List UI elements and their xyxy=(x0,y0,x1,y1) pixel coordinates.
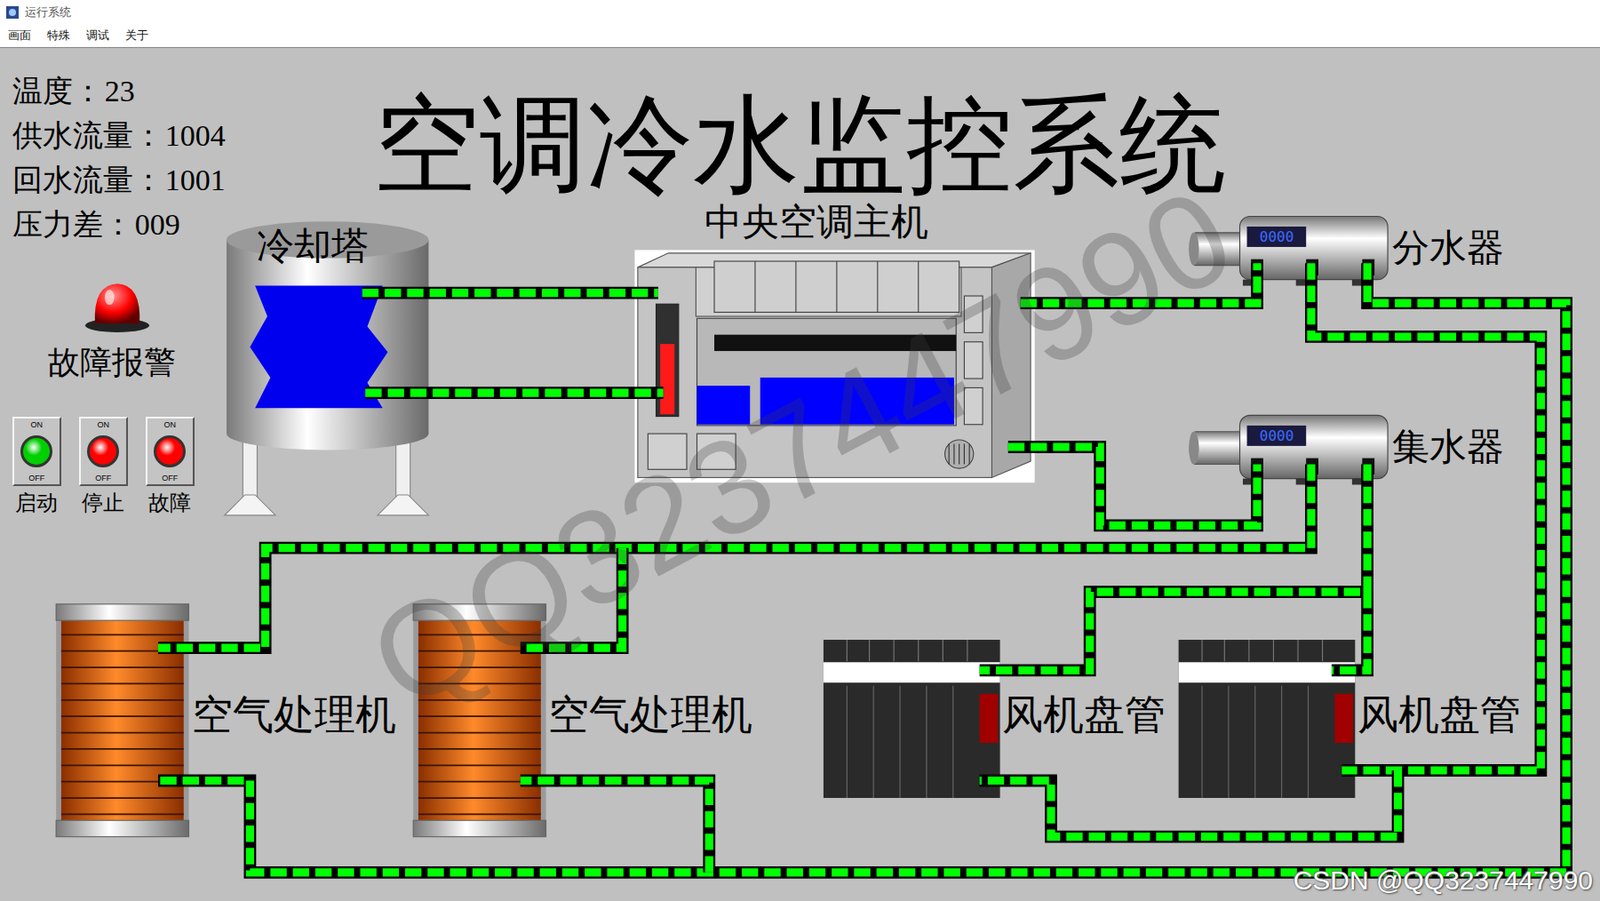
pipe xyxy=(1311,262,1541,771)
footer-watermark: CSDN @QQ3237447990 xyxy=(1293,865,1593,896)
fan-coil-label: 风机盘管 xyxy=(1357,692,1521,740)
lamp-icon xyxy=(153,435,186,468)
fan-coil-icon xyxy=(823,639,1001,798)
window-title: 运行系统 xyxy=(24,4,72,21)
header-display: 0000 xyxy=(1247,425,1307,446)
air-handler-label: 空气处理机 xyxy=(191,692,397,740)
chiller-label: 中央空调主机 xyxy=(704,200,929,244)
reading-row: 温度：23 xyxy=(12,69,226,114)
lamp-icon xyxy=(20,435,53,468)
title-bar: 运行系统 xyxy=(0,0,1600,24)
pipe xyxy=(979,464,1368,671)
pipe xyxy=(365,392,663,394)
switch-label: 故障 xyxy=(148,491,192,515)
alarm-light-icon xyxy=(81,279,153,334)
pipe xyxy=(520,780,709,872)
cooling-tower-label: 冷却塔 xyxy=(256,224,369,268)
menu-item[interactable]: 调试 xyxy=(86,27,110,44)
header-icon xyxy=(1188,215,1388,286)
fan-coil-icon xyxy=(1178,639,1356,798)
chiller-icon xyxy=(634,249,1035,483)
watermark: QQ3237447990 xyxy=(346,158,1257,740)
readings-panel: 温度：23供水流量：1004回水流量：1001压力差：009 xyxy=(12,69,226,247)
switch-button[interactable]: ONOFF xyxy=(145,416,195,486)
pipe xyxy=(1008,446,1258,526)
switch-label: 启动 xyxy=(15,491,58,515)
switch: ONOFF 故障 xyxy=(145,416,195,515)
pipe xyxy=(158,262,1567,873)
header-label: 分水器 xyxy=(1392,226,1505,270)
menu-item[interactable]: 特殊 xyxy=(47,27,71,44)
header-display: 0000 xyxy=(1247,226,1307,247)
switch: ONOFF 停止 xyxy=(79,416,128,515)
menu-bar: 画面特殊调试关于 xyxy=(0,23,1600,48)
switch-button[interactable]: ONOFF xyxy=(12,416,62,486)
switch: ONOFF 启动 xyxy=(12,416,62,515)
app-icon xyxy=(5,5,20,20)
pipe xyxy=(979,770,1399,837)
reading-row: 供水流量：1004 xyxy=(12,113,226,159)
header-label: 集水器 xyxy=(1392,425,1505,469)
pipe xyxy=(1020,262,1258,303)
main-title: 空调冷水监控系统 xyxy=(373,87,1226,205)
fan-coil-label: 风机盘管 xyxy=(1002,692,1166,740)
menu-item[interactable]: 画面 xyxy=(7,27,32,44)
alarm-light xyxy=(81,279,153,334)
alarm-label: 故障报警 xyxy=(47,344,176,382)
menu-item[interactable]: 关于 xyxy=(125,27,149,44)
switch-button[interactable]: ONOFF xyxy=(79,416,128,486)
air-handler-label: 空气处理机 xyxy=(548,692,753,740)
page: 运行系统画面特殊调试关于温度：23供水流量：1004回水流量：1001压力差：0… xyxy=(0,0,1600,901)
lamp-icon xyxy=(87,435,120,468)
pipe xyxy=(362,292,659,294)
reading-row: 回水流量：1001 xyxy=(12,158,226,203)
switch-group: ONOFF 启动 ONOFF 停止 ONOFF 故障 xyxy=(12,416,195,515)
reading-row: 压力差：009 xyxy=(12,202,226,247)
header-icon xyxy=(1188,414,1388,485)
pipe xyxy=(1331,591,1368,670)
pipe xyxy=(520,548,623,649)
switch-label: 停止 xyxy=(81,491,125,515)
diagram-canvas: 温度：23供水流量：1004回水流量：1001压力差：009 空调冷水监控系统故障… xyxy=(0,47,1600,901)
pipe xyxy=(158,464,1312,649)
cooling-tower-icon xyxy=(224,221,430,516)
air-handler-icon xyxy=(55,604,189,837)
air-handler-icon xyxy=(413,604,546,837)
